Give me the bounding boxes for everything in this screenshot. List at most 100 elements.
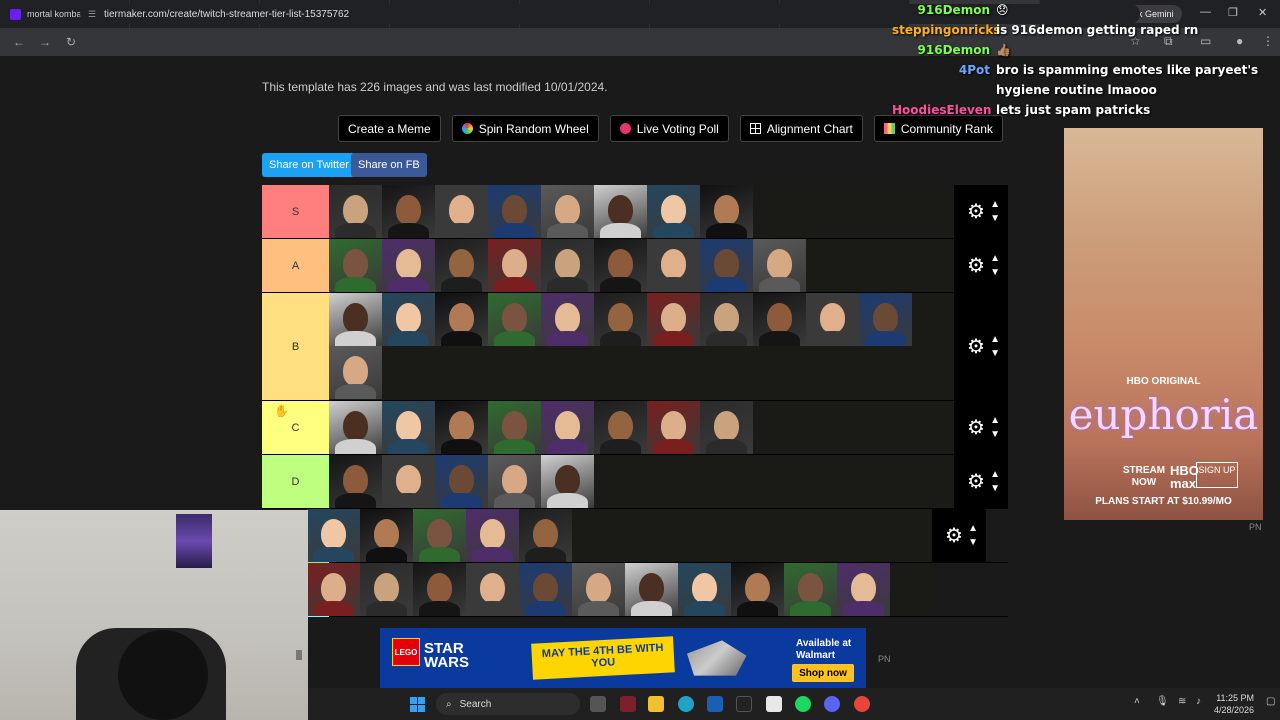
- streamer-avatar[interactable]: [488, 455, 541, 508]
- tray-chevron-icon[interactable]: ˄: [1134, 696, 1140, 707]
- streamer-avatar[interactable]: [594, 293, 647, 346]
- streamer-avatar[interactable]: [435, 185, 488, 238]
- streamer-avatar[interactable]: [435, 293, 488, 346]
- gear-icon[interactable]: ⚙: [967, 253, 985, 278]
- streamer-avatar[interactable]: [435, 401, 488, 454]
- streamer-avatar[interactable]: [382, 401, 435, 454]
- windows-start-icon[interactable]: [410, 697, 425, 712]
- lego-starwars-ad[interactable]: LEGO STAR WARS MAY THE 4TH BE WITH YOU A…: [380, 628, 866, 688]
- gear-icon[interactable]: ⚙: [967, 199, 985, 224]
- chevron-down-icon[interactable]: ▼: [990, 483, 1000, 494]
- tier-label[interactable]: B: [262, 293, 329, 400]
- tier-items[interactable]: [329, 185, 954, 238]
- tier-items[interactable]: [329, 455, 954, 508]
- tier-items[interactable]: [307, 509, 932, 562]
- euphoria-ad[interactable]: HBO ORIGINAL euphoria STREAM NOW HBO max…: [1064, 128, 1263, 520]
- streamer-avatar[interactable]: [488, 239, 541, 292]
- reload-icon[interactable]: ↻: [64, 35, 78, 49]
- streamer-avatar[interactable]: [329, 185, 382, 238]
- site-info-icon[interactable]: ☰: [88, 9, 96, 20]
- streamer-avatar[interactable]: [488, 185, 541, 238]
- shop-now-button[interactable]: Shop now: [792, 664, 854, 682]
- nba-icon[interactable]: [736, 696, 752, 712]
- tier-items[interactable]: [307, 563, 932, 616]
- share-fb-button[interactable]: Share on FB: [351, 153, 427, 177]
- spotify-icon[interactable]: [795, 696, 811, 712]
- live-voting-button[interactable]: Live Voting Poll: [609, 115, 729, 142]
- chevron-up-icon[interactable]: ▲: [968, 523, 978, 534]
- streamer-avatar[interactable]: [541, 239, 594, 292]
- streamer-avatar[interactable]: [784, 563, 837, 616]
- forward-icon[interactable]: →: [38, 35, 52, 49]
- notepad-icon[interactable]: [766, 696, 782, 712]
- streamer-avatar[interactable]: [541, 455, 594, 508]
- gear-icon[interactable]: ⚙: [967, 415, 985, 440]
- streamer-avatar[interactable]: [700, 185, 753, 238]
- chevron-down-icon[interactable]: ▼: [990, 213, 1000, 224]
- chevron-down-icon[interactable]: ▼: [990, 429, 1000, 440]
- discord-icon[interactable]: [824, 696, 840, 712]
- streamer-avatar[interactable]: [413, 509, 466, 562]
- streamer-avatar[interactable]: [466, 509, 519, 562]
- streamer-avatar[interactable]: [859, 293, 912, 346]
- streamer-avatar[interactable]: [329, 239, 382, 292]
- chevron-up-icon[interactable]: ▲: [990, 199, 1000, 210]
- streamer-avatar[interactable]: [572, 563, 625, 616]
- streamer-avatar[interactable]: [647, 185, 700, 238]
- streamer-avatar[interactable]: [700, 401, 753, 454]
- taskbar-search[interactable]: ⌕ Search: [436, 693, 580, 715]
- streamer-avatar[interactable]: [307, 563, 360, 616]
- chevron-up-icon[interactable]: ▲: [990, 334, 1000, 345]
- edge-icon[interactable]: [678, 696, 694, 712]
- streamer-avatar[interactable]: [594, 185, 647, 238]
- taskbar-clock[interactable]: 11:25 PM 4/28/2026: [1214, 692, 1254, 716]
- streamer-avatar[interactable]: [700, 293, 753, 346]
- streamer-avatar[interactable]: [647, 239, 700, 292]
- streamer-avatar[interactable]: [647, 401, 700, 454]
- gear-icon[interactable]: ⚙: [967, 469, 985, 494]
- streamer-avatar[interactable]: [731, 563, 784, 616]
- streamer-avatar[interactable]: [360, 563, 413, 616]
- streamer-avatar[interactable]: [678, 563, 731, 616]
- streamer-avatar[interactable]: [382, 239, 435, 292]
- volume-icon[interactable]: ♪: [1196, 696, 1201, 707]
- streamer-avatar[interactable]: [329, 346, 382, 399]
- streamer-avatar[interactable]: [488, 401, 541, 454]
- wifi-icon[interactable]: ≋: [1178, 696, 1186, 707]
- tier-items[interactable]: [329, 401, 954, 454]
- alignment-chart-button[interactable]: Alignment Chart: [739, 115, 863, 142]
- chevron-down-icon[interactable]: ▼: [990, 348, 1000, 359]
- chat-username[interactable]: 4Pot: [892, 60, 990, 80]
- streamer-avatar[interactable]: [541, 401, 594, 454]
- streamer-avatar[interactable]: [837, 563, 890, 616]
- streamer-avatar[interactable]: [625, 563, 678, 616]
- chevron-up-icon[interactable]: ▲: [990, 415, 1000, 426]
- streamer-avatar[interactable]: [806, 293, 859, 346]
- chat-username[interactable]: steppingonricks: [892, 20, 1001, 40]
- streamer-avatar[interactable]: [541, 293, 594, 346]
- streamer-avatar[interactable]: [382, 185, 435, 238]
- microphone-icon[interactable]: 🎙: [1156, 696, 1169, 707]
- file-explorer-icon[interactable]: [648, 696, 664, 712]
- tier-label[interactable]: S: [262, 185, 329, 238]
- chat-username[interactable]: 916Demon: [892, 40, 990, 60]
- streamer-avatar[interactable]: [413, 563, 466, 616]
- streamer-avatar[interactable]: [360, 509, 413, 562]
- streamer-avatar[interactable]: [753, 239, 806, 292]
- streamer-avatar[interactable]: [307, 509, 360, 562]
- tier-items[interactable]: [329, 293, 954, 400]
- chat-username[interactable]: 916Demon: [892, 0, 990, 20]
- streamer-avatar[interactable]: [488, 293, 541, 346]
- tier-label[interactable]: C: [262, 401, 329, 454]
- share-twitter-button[interactable]: Share on Twitter: [262, 153, 356, 177]
- streamer-avatar[interactable]: [700, 239, 753, 292]
- chat-username[interactable]: HoodiesEleven: [892, 100, 991, 120]
- ad-signup-button[interactable]: SIGN UP: [1196, 462, 1238, 488]
- streamer-avatar[interactable]: [435, 239, 488, 292]
- store-icon[interactable]: [707, 696, 723, 712]
- tier-label[interactable]: D: [262, 455, 329, 508]
- tier-label[interactable]: A: [262, 239, 329, 292]
- app-icon-2[interactable]: [854, 696, 870, 712]
- notification-icon[interactable]: ▢: [1266, 696, 1275, 707]
- app-icon-1[interactable]: [620, 696, 636, 712]
